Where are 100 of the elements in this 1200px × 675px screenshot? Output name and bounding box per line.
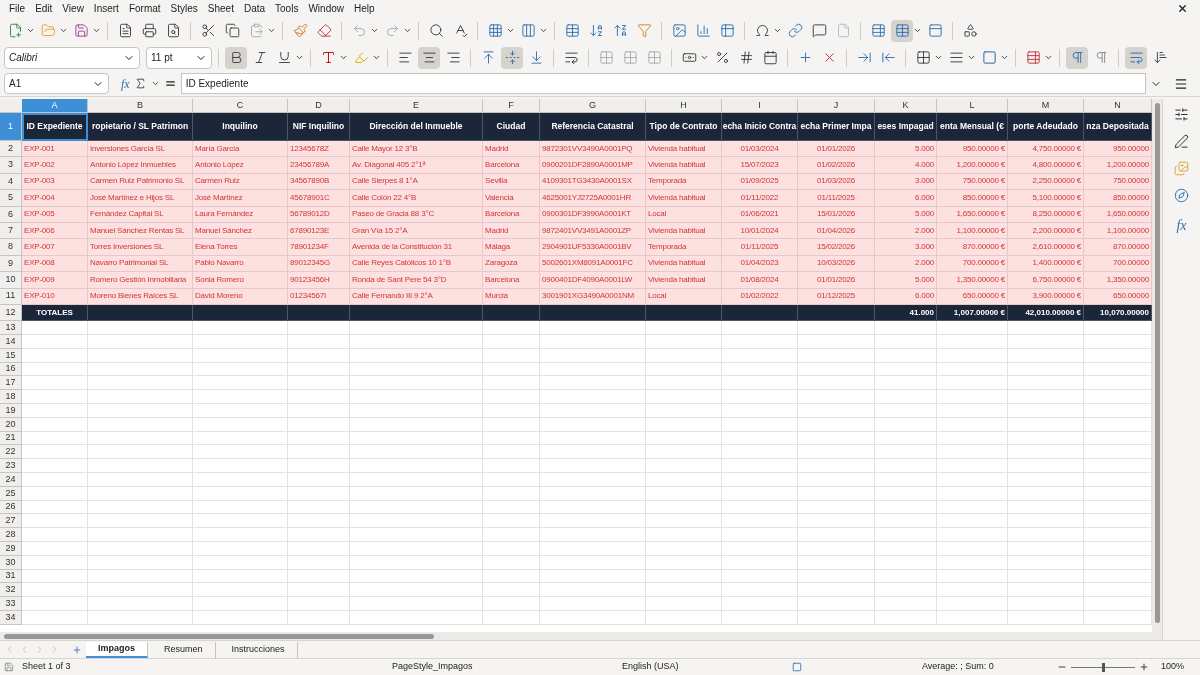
caret-icon[interactable] (773, 26, 782, 35)
caret-icon[interactable] (1044, 53, 1053, 62)
menu-item[interactable]: Tools (270, 1, 304, 16)
table-cell: 01/03/2024 (722, 141, 798, 158)
empty-cell (483, 528, 540, 543)
caret-icon[interactable] (700, 53, 709, 62)
center-vertically-icon[interactable] (501, 46, 523, 69)
row-header[interactable]: 34 (0, 611, 22, 625)
formula-input[interactable]: ID Expediente (180, 73, 1146, 94)
caret-icon[interactable] (1000, 53, 1009, 62)
menu-item[interactable]: Insert (88, 1, 124, 16)
row-header[interactable]: 10 (0, 272, 22, 289)
row-header[interactable]: 27 (0, 514, 22, 529)
caret-icon[interactable] (295, 53, 304, 62)
functions-button[interactable]: fx (1176, 215, 1187, 236)
menu-item[interactable]: Edit (30, 1, 58, 16)
column-header[interactable]: M (1008, 99, 1084, 112)
add-sheet-icon[interactable] (72, 644, 82, 655)
row-header[interactable]: 22 (0, 445, 22, 460)
row-header[interactable]: 18 (0, 390, 22, 405)
row-header[interactable]: 19 (0, 404, 22, 418)
empty-cell (288, 514, 350, 529)
caret-icon[interactable] (372, 53, 381, 62)
caret-icon[interactable] (59, 26, 68, 35)
menu-item[interactable]: Window (303, 1, 349, 16)
row-header[interactable]: 32 (0, 583, 22, 598)
row-header[interactable]: 13 (0, 321, 22, 336)
menu-icon[interactable] (1174, 76, 1188, 91)
table-cell: 1,200.00000 (1084, 157, 1152, 174)
table-cell: Av. Diagonal 405 2°1ª (350, 157, 483, 174)
vertical-scrollbar[interactable] (1152, 99, 1162, 640)
row-header[interactable]: 29 (0, 542, 22, 556)
row-header[interactable]: 5 (0, 190, 22, 207)
font-name-field[interactable]: Calibri (4, 46, 140, 69)
properties-icon[interactable] (1174, 107, 1189, 122)
row-header[interactable]: 14 (0, 335, 22, 349)
sheet-tab[interactable]: Impagos (86, 641, 148, 658)
name-box[interactable]: A1 (4, 73, 109, 94)
column-header[interactable]: J (798, 99, 875, 112)
caret-icon[interactable] (506, 26, 515, 35)
row-header[interactable]: 23 (0, 459, 22, 474)
row-header[interactable]: 33 (0, 597, 22, 612)
function-wizard-button[interactable]: fx (121, 74, 130, 93)
caret-icon[interactable] (92, 26, 101, 35)
caret-icon[interactable] (403, 26, 412, 35)
menu-item[interactable]: Styles (165, 1, 203, 16)
table-cell: Antonio López (193, 157, 288, 174)
navigator-icon[interactable] (1174, 188, 1189, 203)
caret-icon[interactable] (339, 53, 348, 62)
menu-item[interactable]: Format (123, 1, 166, 16)
align-center-icon[interactable] (418, 46, 440, 69)
caret-icon[interactable] (913, 26, 922, 35)
caret-icon[interactable] (267, 26, 276, 35)
menu-item[interactable]: Data (238, 1, 271, 16)
caret-icon[interactable] (934, 53, 943, 62)
column-header[interactable]: K (875, 99, 937, 112)
row-header[interactable]: 3 (0, 157, 22, 174)
sheet-tab[interactable]: Instrucciones (219, 641, 298, 658)
row-header[interactable]: 17 (0, 376, 22, 391)
empty-cell (875, 486, 937, 501)
table-cell: 01/01/2026 (798, 272, 875, 289)
column-header[interactable]: H (646, 99, 722, 112)
bold-icon[interactable] (225, 46, 247, 69)
menu-item[interactable]: View (57, 1, 89, 16)
caret-icon[interactable] (370, 26, 379, 35)
sheet-tab[interactable]: Resumen (152, 641, 216, 658)
column-header[interactable]: I (722, 99, 798, 112)
empty-cell (937, 445, 1008, 460)
row-header[interactable]: 8 (0, 239, 22, 256)
column-header[interactable]: F (483, 99, 540, 112)
font-size-field[interactable]: 11 pt (146, 46, 212, 69)
row-header[interactable]: 28 (0, 528, 22, 543)
header-cell: ropietario / SL Patrimon (88, 113, 193, 141)
caret-icon[interactable] (150, 79, 160, 88)
menu-item[interactable]: File (4, 1, 31, 16)
close-icon[interactable] (1177, 3, 1188, 14)
zoom-in-icon[interactable] (1139, 662, 1149, 672)
wrap-text-icon[interactable] (1125, 46, 1147, 69)
column-header[interactable]: B (88, 99, 193, 112)
column-header[interactable]: C (193, 99, 288, 112)
column-header[interactable]: G (540, 99, 646, 112)
empty-cell (288, 486, 350, 501)
styles-icon[interactable] (1174, 134, 1189, 149)
row-header[interactable]: 2 (0, 141, 22, 158)
zoom-slider[interactable] (1071, 662, 1135, 672)
table-cell: 870.00000 (1084, 239, 1152, 256)
row-header[interactable]: 24 (0, 473, 22, 487)
left-to-right-icon[interactable] (1066, 46, 1088, 69)
column-header[interactable]: L (937, 99, 1008, 112)
column-header[interactable]: D (288, 99, 350, 112)
menu-item[interactable]: Help (349, 1, 380, 16)
horizontal-scrollbar[interactable] (0, 632, 1152, 640)
freeze-icon[interactable] (891, 19, 913, 42)
empty-cell (288, 335, 350, 349)
menu-item[interactable]: Sheet (202, 1, 239, 16)
caret-icon[interactable] (26, 26, 35, 35)
caret-icon[interactable] (539, 26, 548, 35)
column-header[interactable]: E (350, 99, 483, 112)
header-cell: Tipo de Contrato (646, 113, 722, 141)
caret-icon[interactable] (967, 53, 976, 62)
